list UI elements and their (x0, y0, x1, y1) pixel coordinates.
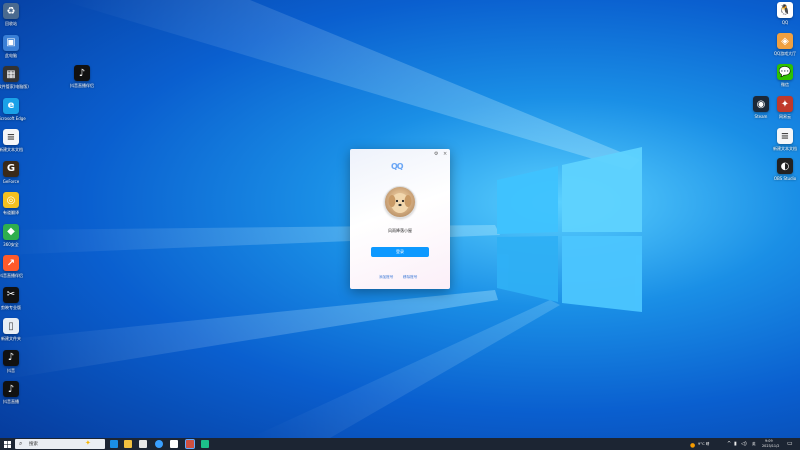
desktop-icon[interactable]: ♪ 抖音直播伴侣 (65, 65, 99, 99)
settings-icon[interactable]: ⚙ (434, 151, 438, 157)
notification-icon[interactable]: ▭ (787, 440, 793, 447)
desktop-icon[interactable]: ◆ 360安全 (0, 223, 28, 258)
desktop-icon-label: 抖音 (7, 367, 15, 373)
nickname: 风雨降落小屋 (388, 228, 412, 233)
desktop-icon[interactable]: ✂ 剪映专业版 (0, 286, 28, 321)
qq-login-window[interactable]: QQ ⚙ × 风雨降落小屋 登录 添加账号 移除账号 (350, 149, 450, 289)
desktop-icon[interactable]: ◈ QQ游戏大厅 (768, 33, 800, 67)
app-taskbar-icon[interactable] (201, 440, 209, 448)
volume-icon[interactable]: ◁) (741, 441, 747, 447)
clock-date[interactable]: 2023/11/2 (762, 444, 779, 448)
app-icon: ✦ (777, 96, 793, 112)
desktop-icon-label: 新建文本文档 (0, 147, 23, 152)
desktop-icon[interactable]: 🐧 QQ (768, 2, 800, 36)
desktop-icon[interactable]: ▦ Lo软件管家(电脑版) (0, 66, 29, 100)
desktop-icon-label: 抖音直播伴侣 (70, 83, 94, 88)
app-icon: ▣ (3, 34, 19, 51)
app-icon: 💬 (777, 64, 793, 80)
app-icon: 🐧 (777, 2, 793, 18)
app-icon: ◐ (777, 158, 793, 174)
search-icon: ⌕ (19, 440, 23, 447)
desktop-icon-label: QQ (781, 20, 789, 25)
search-box[interactable]: ⌕ 搜索 ✦ (15, 439, 105, 449)
app-icon: ✂ (3, 286, 19, 303)
search-placeholder: 搜索 (29, 442, 38, 447)
qq-logo: QQ (391, 162, 404, 171)
desktop-icon-label: OBS Studio (773, 176, 797, 181)
edge-icon[interactable] (155, 440, 163, 448)
desktop-icon[interactable]: ≡ 新建文本文档 (0, 129, 28, 163)
desktop-icon[interactable]: ♪ 抖音直播 (0, 381, 28, 415)
weather-text[interactable]: 9°C 晴 (698, 442, 709, 447)
app-icon: ♪ (3, 349, 19, 366)
app-icon: ▯ (3, 318, 19, 334)
app-icon: ♪ (3, 381, 19, 397)
desktop-icon-label: 网易云 (779, 114, 791, 119)
desktop-icon-label: 有道翻译 (3, 210, 19, 215)
desktop-icon[interactable]: ♪ 抖音 (0, 349, 28, 384)
desktop-icon-label: QQ游戏大厅 (773, 51, 797, 56)
app-icon: ◎ (3, 192, 19, 208)
weather-icon: ● (690, 442, 696, 449)
taskview-icon[interactable] (110, 440, 118, 448)
desktop-icon[interactable]: G GeForce (0, 160, 28, 195)
app-icon: ◉ (753, 96, 769, 112)
desktop-icon-label: 抖音直播 (3, 399, 19, 404)
add-account-link[interactable]: 添加账号 (379, 275, 393, 280)
desktop-icon-label: 抖音直播伴侣 (0, 273, 23, 278)
app-icon: G (3, 160, 19, 177)
desktop-icon-label: GeForce (2, 178, 20, 184)
windows-logo (497, 147, 642, 312)
desktop-icon[interactable]: ◐ OBS Studio (768, 158, 800, 192)
login-button[interactable]: 登录 (371, 247, 429, 257)
desktop-icon[interactable]: ◎ 有道翻译 (0, 192, 28, 226)
desktop-icon[interactable]: ≡ 新建文本文档 (768, 128, 800, 162)
desktop-icon[interactable]: ▯ 新建文件夹 (0, 318, 28, 352)
desktop-icon[interactable]: ▣ 此电脑 (0, 34, 28, 69)
avatar[interactable] (384, 186, 416, 218)
desktop-icon-label: 360安全 (3, 241, 19, 247)
file-explorer-icon[interactable] (124, 440, 132, 448)
desktop-icon[interactable]: eMicrosoft Edge (0, 97, 28, 132)
network-icon[interactable]: ▮ (734, 441, 737, 447)
store-icon[interactable] (139, 440, 147, 448)
app-icon: ≡ (777, 128, 793, 144)
ime-indicator[interactable]: 英 (752, 442, 756, 447)
close-icon[interactable]: × (443, 151, 447, 157)
desktop-icon-label: Microsoft Edge (0, 115, 26, 121)
desktop-icon-label: 新建文件夹 (1, 336, 21, 341)
desktop-icon[interactable]: ↗ 抖音直播伴侣 (0, 255, 28, 289)
desktop-icon-label: 新建文本文档 (773, 146, 797, 151)
desktop-icon-label: Lo软件管家(电脑版) (0, 84, 29, 89)
desktop-icon[interactable]: 💬 微信 (768, 64, 800, 98)
app-icon: e (3, 97, 19, 114)
desktop-icon-label: 微信 (781, 82, 789, 87)
taskbar: ⌕ 搜索 ✦ ● 9°C 晴 ^ ▮ ◁) 英 9:09 2023/11/2 ▭ (0, 438, 800, 450)
puppy-icon (388, 193, 412, 213)
live-taskbar-icon[interactable] (185, 439, 195, 449)
app-icon: ◈ (777, 33, 793, 49)
tray-chevron-icon[interactable]: ^ (727, 441, 731, 447)
remove-account-link[interactable]: 移除账号 (403, 275, 417, 280)
desktop-icon-label: 剪映专业版 (1, 304, 21, 310)
search-highlight-icon: ✦ (85, 439, 91, 447)
desktop-icon-label: Steam (754, 114, 768, 119)
desktop-icon-label: 此电脑 (5, 52, 17, 58)
app-icon: ◆ (3, 223, 19, 240)
app-icon: ≡ (3, 129, 19, 145)
desktop-icon[interactable]: ♻ 回收站 (0, 3, 28, 37)
app-icon: ♻ (3, 3, 19, 19)
qq-taskbar-icon[interactable] (170, 440, 178, 448)
app-icon: ↗ (3, 255, 19, 271)
app-icon: ▦ (3, 66, 19, 82)
desktop-icon[interactable]: ✦ 网易云 (768, 96, 800, 130)
start-icon[interactable] (4, 441, 11, 448)
desktop-icon-label: 回收站 (5, 21, 17, 26)
clock-time[interactable]: 9:09 (765, 439, 773, 443)
app-icon: ♪ (74, 65, 90, 81)
